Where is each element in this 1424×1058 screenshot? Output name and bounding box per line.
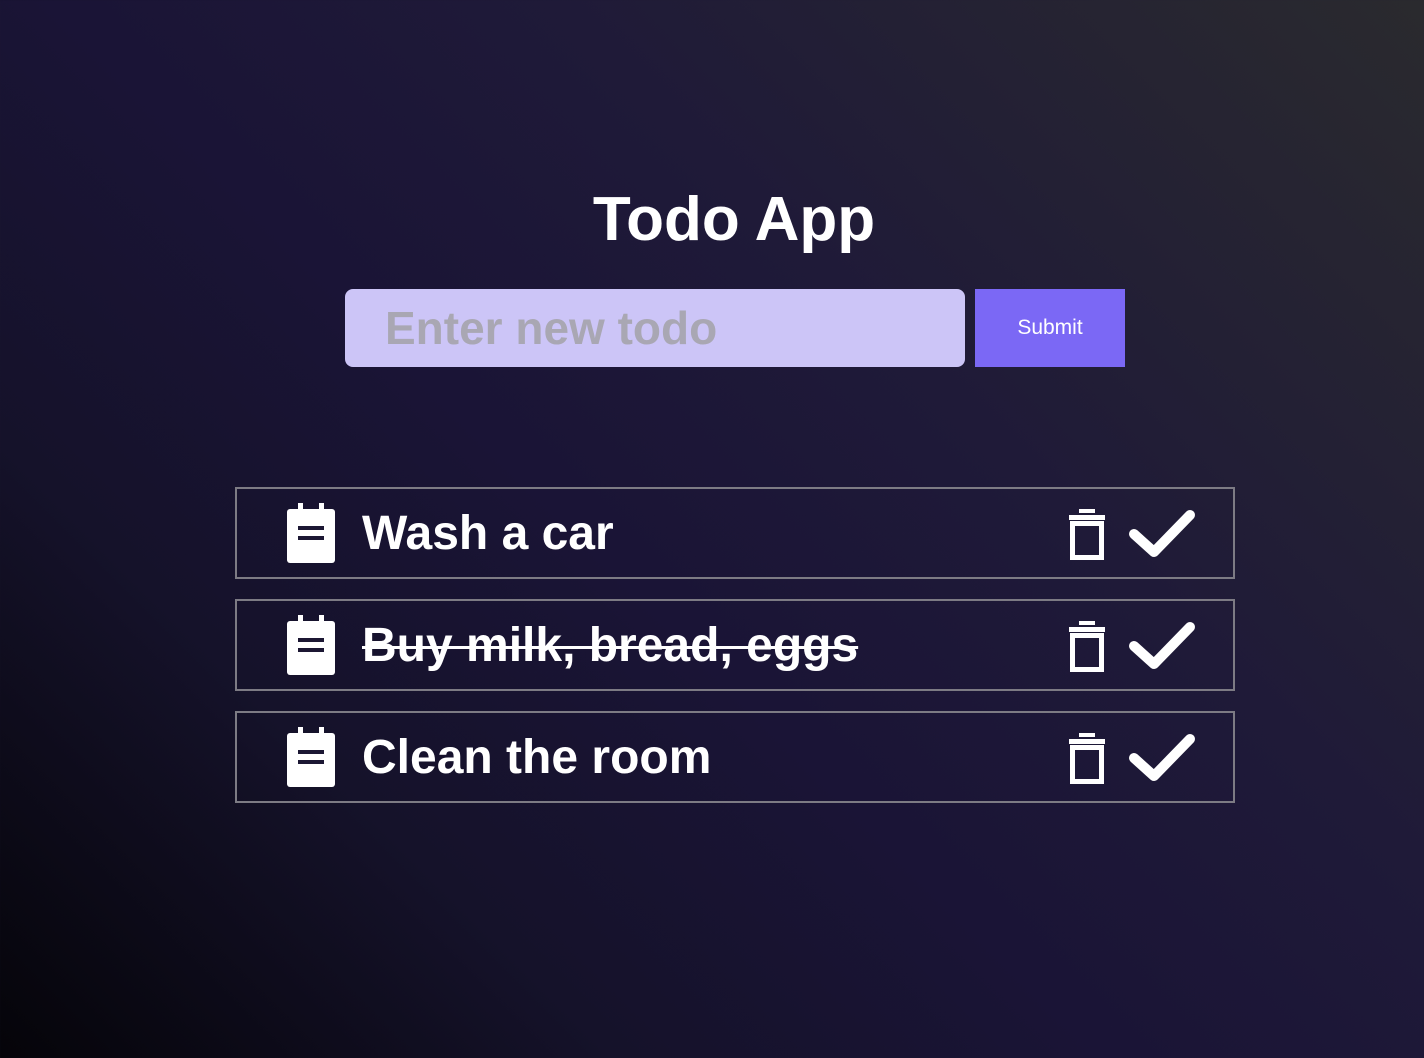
todo-item: Buy milk, bread, eggs <box>235 599 1235 691</box>
clipboard-note-icon <box>287 615 335 675</box>
todo-text-completed: Buy milk, bread, eggs <box>362 619 859 672</box>
trash-icon[interactable] <box>1068 619 1106 673</box>
new-todo-input[interactable] <box>345 289 965 367</box>
checkmark-icon[interactable] <box>1129 621 1195 671</box>
checkmark-icon[interactable] <box>1129 509 1195 559</box>
clipboard-note-icon <box>287 503 335 563</box>
todo-text: Clean the room <box>362 731 712 784</box>
clipboard-note-icon <box>287 727 335 787</box>
todo-item: Wash a car <box>235 487 1235 579</box>
todo-item: Clean the room <box>235 711 1235 803</box>
trash-icon[interactable] <box>1068 731 1106 785</box>
checkmark-icon[interactable] <box>1129 733 1195 783</box>
todo-list: Wash a car Buy milk, bread, eggs Clean t… <box>235 487 1235 823</box>
submit-button[interactable]: Submit <box>975 289 1125 367</box>
page-title: Todo App <box>592 185 876 254</box>
todo-text: Wash a car <box>362 507 614 560</box>
trash-icon[interactable] <box>1068 507 1106 561</box>
new-todo-form: Submit <box>345 289 1125 367</box>
